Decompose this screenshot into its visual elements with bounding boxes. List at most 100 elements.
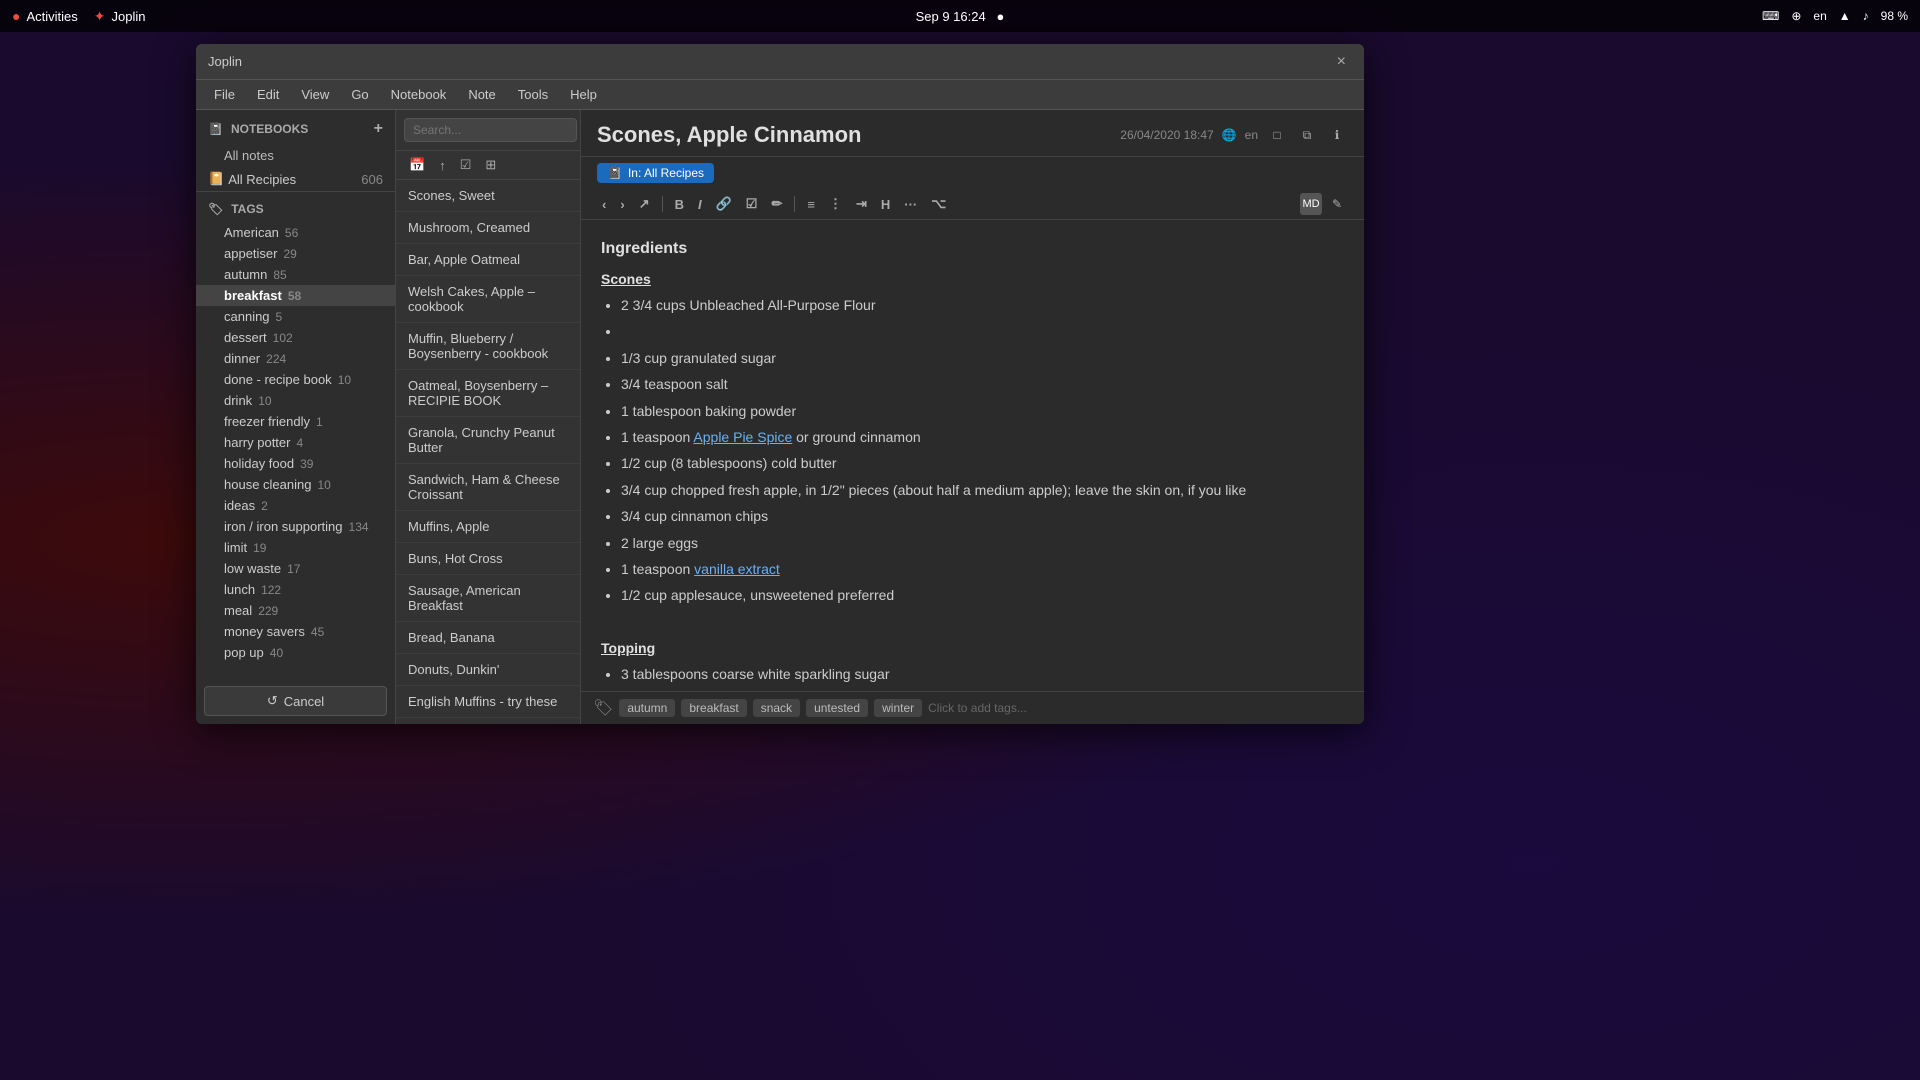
menu-edit[interactable]: Edit (247, 83, 289, 106)
sidebar-all-notes[interactable]: All notes (196, 144, 395, 167)
notebook-item-icon: 📔 (208, 171, 224, 187)
heading-button[interactable]: H (876, 195, 895, 214)
layout-icon[interactable]: ⧉ (1296, 124, 1318, 146)
note-donuts-dunkin[interactable]: Donuts, Dunkin' (396, 654, 580, 686)
tag-meal[interactable]: meal 229 (196, 600, 395, 621)
globe-icon: 🌐 (1222, 128, 1237, 142)
note-bread-english-muffin[interactable]: Bread, English Muffin (396, 718, 580, 724)
toolbar-divider-1 (662, 196, 663, 212)
tag-canning[interactable]: canning 5 (196, 306, 395, 327)
checkbox-button[interactable]: ☑ (741, 194, 763, 214)
cancel-button[interactable]: ↺ Cancel (204, 686, 387, 716)
keyboard-icon: ⌨ (1762, 9, 1779, 23)
tag-ideas[interactable]: ideas 2 (196, 495, 395, 516)
ordered-list-button[interactable]: ⋮ (824, 194, 847, 214)
info-icon[interactable]: ℹ (1326, 124, 1348, 146)
highlight-button[interactable]: ✏ (766, 194, 787, 214)
taskbar-right: ⌨ ⊕ en ▲ ♪ 98 % (1762, 9, 1908, 23)
tag-iron[interactable]: iron / iron supporting 134 (196, 516, 395, 537)
tag-money-savers[interactable]: money savers 45 (196, 621, 395, 642)
window-close-button[interactable]: × (1331, 51, 1352, 73)
forward-button[interactable]: › (615, 195, 629, 214)
note-english-muffins[interactable]: English Muffins - try these (396, 686, 580, 718)
more-button[interactable]: ··· (899, 195, 922, 214)
ingredients-heading: Ingredients (601, 236, 1344, 262)
tag-untested-badge[interactable]: untested (806, 699, 868, 717)
taskbar-joplin[interactable]: ✦ Joplin (94, 8, 146, 25)
tag-holiday-food[interactable]: holiday food 39 (196, 453, 395, 474)
check-icon-btn[interactable]: ☑ (455, 155, 477, 175)
note-muffin-blueberry[interactable]: Muffin, Blueberry / Boysenberry - cookbo… (396, 323, 580, 370)
taskbar-activities[interactable]: ● Activities (12, 8, 78, 24)
tag-breakfast[interactable]: breakfast 58 (196, 285, 395, 306)
tag-appetiser[interactable]: appetiser 29 (196, 243, 395, 264)
note-muffins-apple[interactable]: Muffins, Apple (396, 511, 580, 543)
maximize-icon[interactable]: □ (1266, 124, 1288, 146)
tag-dessert[interactable]: dessert 102 (196, 327, 395, 348)
tag-harry-potter[interactable]: harry potter 4 (196, 432, 395, 453)
editor-notebook-tag[interactable]: 📓 In: All Recipes (597, 163, 714, 183)
note-sandwich-ham[interactable]: Sandwich, Ham & Cheese Croissant (396, 464, 580, 511)
menu-help[interactable]: Help (560, 83, 607, 106)
bold-button[interactable]: B (670, 195, 689, 214)
calendar-icon-btn[interactable]: 📅 (404, 155, 430, 175)
tag-breakfast-badge[interactable]: breakfast (681, 699, 746, 717)
tag-pop-up[interactable]: pop up 40 (196, 642, 395, 663)
vanilla-extract-link[interactable]: vanilla extract (694, 561, 780, 577)
note-granola-crunchy[interactable]: Granola, Crunchy Peanut Butter (396, 417, 580, 464)
notes-scroll: Scones, Sweet Mushroom, Creamed Bar, App… (396, 180, 580, 724)
tag-snack-badge[interactable]: snack (753, 699, 800, 717)
tag-limit[interactable]: limit 19 (196, 537, 395, 558)
menu-notebook[interactable]: Notebook (381, 83, 457, 106)
menu-go[interactable]: Go (341, 83, 378, 106)
bullet-list-button[interactable]: ≡ (802, 195, 820, 214)
indent-button[interactable]: ⇥ (851, 194, 872, 214)
menu-tools[interactable]: Tools (508, 83, 558, 106)
tag-section-icon: 🏷 (208, 202, 223, 216)
sidebar-notebook-all-recipes[interactable]: 📔 All Recipies 606 (196, 167, 395, 191)
ingredient-7: 1/2 cup (8 tablespoons) cold butter (621, 452, 1344, 474)
tag-house-cleaning[interactable]: house cleaning 10 (196, 474, 395, 495)
note-scones-sweet[interactable]: Scones, Sweet (396, 180, 580, 212)
menu-note[interactable]: Note (458, 83, 505, 106)
window-title: Joplin (208, 54, 242, 69)
menu-view[interactable]: View (291, 83, 339, 106)
code-button[interactable]: ⌥ (926, 194, 951, 214)
note-mushroom-creamed[interactable]: Mushroom, Creamed (396, 212, 580, 244)
back-button[interactable]: ‹ (597, 195, 611, 214)
grid-icon-btn[interactable]: ⊞ (480, 155, 501, 175)
note-oatmeal-boysenberry[interactable]: Oatmeal, Boysenberry – RECIPIE BOOK (396, 370, 580, 417)
tag-winter-badge[interactable]: winter (874, 699, 922, 717)
note-buns-hot-cross[interactable]: Buns, Hot Cross (396, 543, 580, 575)
wifi-icon: ▲ (1839, 9, 1851, 23)
note-sausage-american[interactable]: Sausage, American Breakfast (396, 575, 580, 622)
external-link-button[interactable]: ↗ (634, 194, 655, 214)
search-input[interactable] (404, 118, 577, 142)
tag-add-hint[interactable]: Click to add tags... (928, 701, 1027, 715)
note-welsh-cakes[interactable]: Welsh Cakes, Apple – cookbook (396, 276, 580, 323)
add-notebook-button[interactable]: + (374, 120, 383, 138)
edit-view-button[interactable]: ✎ (1326, 193, 1348, 215)
menu-file[interactable]: File (204, 83, 245, 106)
link-button[interactable]: 🔗 (711, 194, 737, 214)
tag-autumn[interactable]: autumn 85 (196, 264, 395, 285)
italic-button[interactable]: I (693, 195, 707, 214)
tag-autumn-badge[interactable]: autumn (619, 699, 675, 717)
joplin-window: Joplin × File Edit View Go Notebook Note… (196, 44, 1364, 724)
tag-lunch[interactable]: lunch 122 (196, 579, 395, 600)
note-bar-apple-oatmeal[interactable]: Bar, Apple Oatmeal (396, 244, 580, 276)
editor-content: Ingredients Scones 2 3/4 cups Unbleached… (581, 220, 1364, 691)
ingredient-9: 3/4 cup cinnamon chips (621, 505, 1344, 527)
tag-low-waste[interactable]: low waste 17 (196, 558, 395, 579)
apple-pie-spice-link[interactable]: Apple Pie Spice (693, 429, 792, 445)
tag-american[interactable]: American 56 (196, 222, 395, 243)
notebook-icon: 📓 (208, 122, 223, 136)
tag-done-recipe-book[interactable]: done - recipe book 10 (196, 369, 395, 390)
tag-freezer-friendly[interactable]: freezer friendly 1 (196, 411, 395, 432)
sort-up-icon-btn[interactable]: ↑ (434, 156, 451, 175)
main-layout: 📓 NOTEBOOKS + All notes 📔 All Recipies 6… (196, 110, 1364, 724)
markdown-view-button[interactable]: MD (1300, 193, 1322, 215)
tag-drink[interactable]: drink 10 (196, 390, 395, 411)
note-bread-banana[interactable]: Bread, Banana (396, 622, 580, 654)
tag-dinner[interactable]: dinner 224 (196, 348, 395, 369)
